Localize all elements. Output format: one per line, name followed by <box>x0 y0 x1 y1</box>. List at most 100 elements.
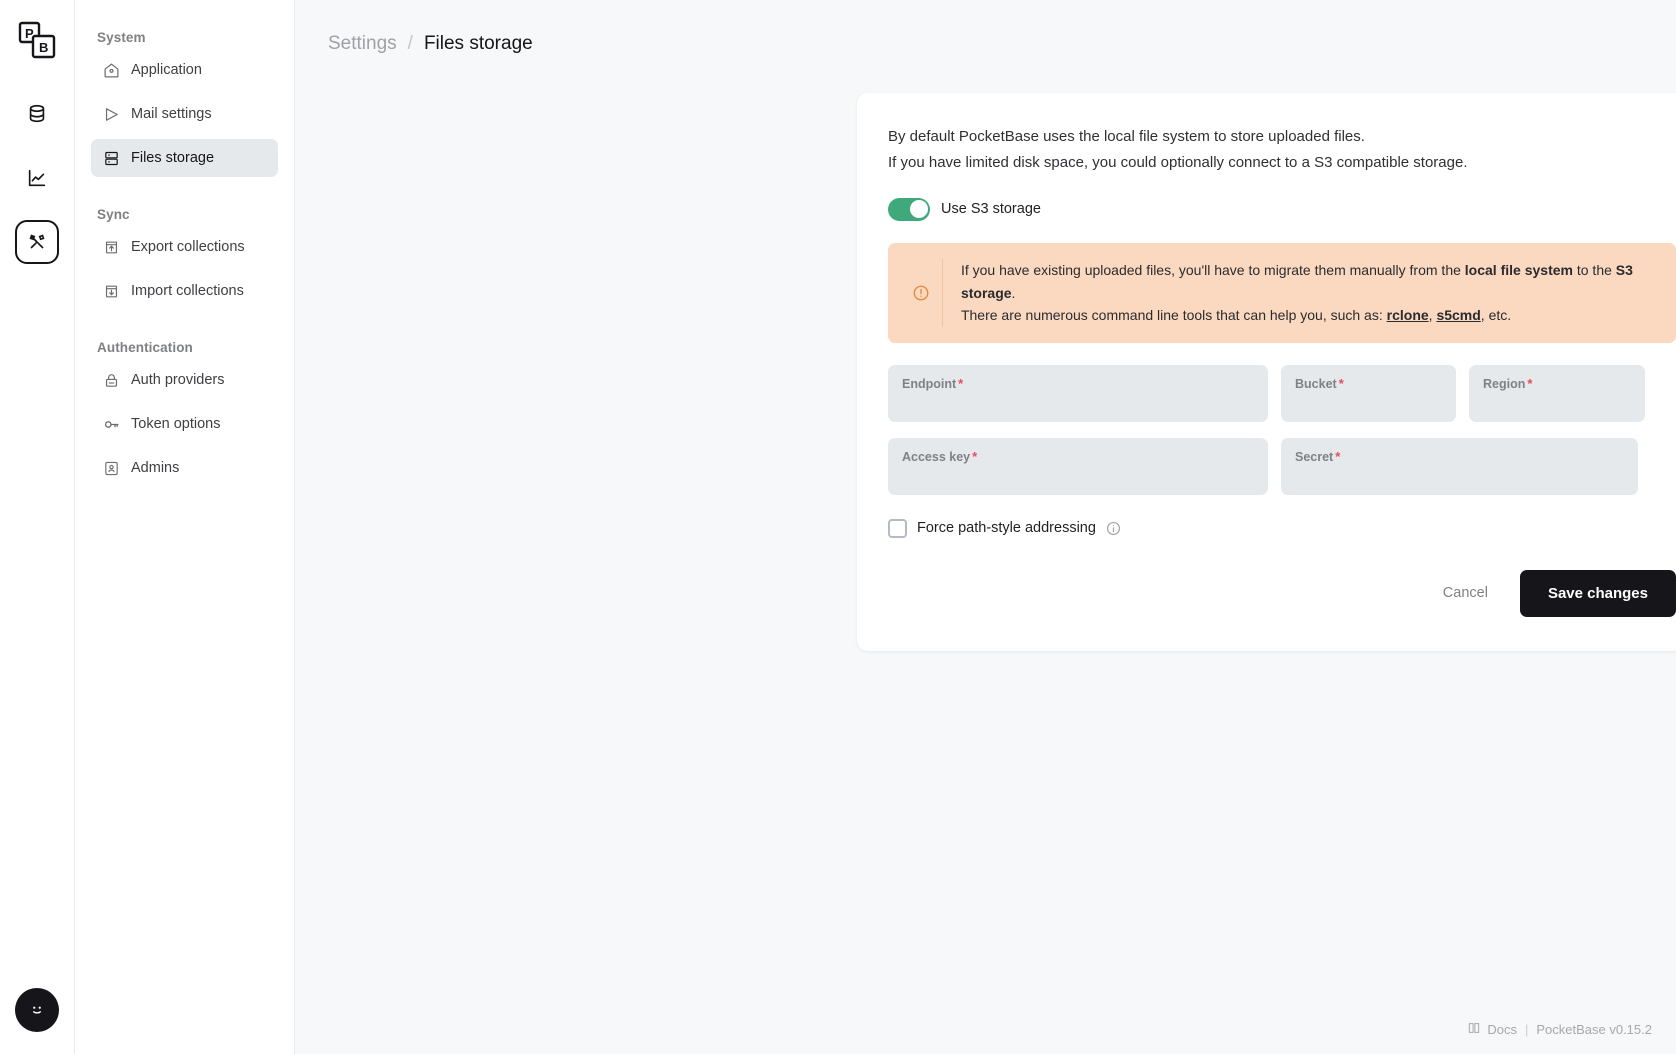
sidebar-group-title-sync: Sync <box>97 207 130 222</box>
download-box-icon <box>103 283 120 300</box>
save-changes-button[interactable]: Save changes <box>1519 569 1676 617</box>
book-icon <box>1467 1021 1481 1038</box>
admin-avatar-smiley[interactable] <box>15 988 59 1032</box>
required-marker: * <box>1527 375 1533 391</box>
s5cmd-link[interactable]: s5cmd <box>1436 307 1480 323</box>
breadcrumb-settings[interactable]: Settings <box>328 33 397 55</box>
bucket-label: Bucket * <box>1295 376 1442 391</box>
force-path-style-label[interactable]: Force path-style addressing <box>917 520 1096 536</box>
force-path-style-row: Force path-style addressing <box>888 518 1676 538</box>
settings-sidebar: System Application Mail settings Files s… <box>75 0 295 1054</box>
sidebar-item-token-options[interactable]: Token options <box>91 405 278 443</box>
sidebar-item-auth-providers[interactable]: Auth providers <box>91 361 278 399</box>
endpoint-input[interactable] <box>902 393 1254 410</box>
lock-icon <box>103 372 120 389</box>
database-icon[interactable] <box>15 92 59 136</box>
intro-line-1: By default PocketBase uses the local fil… <box>888 128 1365 145</box>
access-key-field[interactable]: Access key * <box>888 437 1268 495</box>
endpoint-label-text: Endpoint <box>902 376 957 391</box>
sidebar-item-import-collections[interactable]: Import collections <box>91 272 278 310</box>
files-storage-card: By default PocketBase uses the local fil… <box>857 93 1676 651</box>
sidebar-item-application[interactable]: Application <box>91 51 278 89</box>
sidebar-item-export-collections[interactable]: Export collections <box>91 228 278 266</box>
docs-label: Docs <box>1487 1022 1517 1037</box>
alert-line1-part2: to the <box>1572 261 1616 278</box>
secret-label-text: Secret <box>1295 449 1334 464</box>
sidebar-item-files-storage[interactable]: Files storage <box>91 139 278 177</box>
app-icon-rail: P B <box>0 0 75 1054</box>
region-label: Region * <box>1483 376 1631 391</box>
breadcrumb-separator: / <box>407 33 413 54</box>
breadcrumb: Settings / Files storage <box>295 0 1676 55</box>
docs-link[interactable]: Docs <box>1467 1021 1517 1038</box>
alert-line1-bold-local-fs: local file system <box>1464 261 1573 278</box>
secret-label: Secret * <box>1295 449 1624 464</box>
secret-field[interactable]: Secret * <box>1281 437 1638 495</box>
sidebar-item-label: Export collections <box>131 239 245 255</box>
sidebar-item-label: Auth providers <box>131 372 225 388</box>
required-marker: * <box>1335 448 1341 464</box>
use-s3-storage-label[interactable]: Use S3 storage <box>941 201 1041 217</box>
sidebar-group-title-system: System <box>97 30 146 45</box>
alert-line-1: If you have existing uploaded files, you… <box>961 259 1658 304</box>
footer: Docs | PocketBase v0.15.2 <box>1467 1021 1652 1038</box>
card-actions: Cancel Save changes <box>888 569 1676 617</box>
bucket-input[interactable] <box>1295 393 1442 410</box>
migration-warning-alert: If you have existing uploaded files, you… <box>888 242 1676 343</box>
alert-line2-part1: There are numerous command line tools th… <box>960 307 1387 324</box>
toggle-knob <box>909 200 928 219</box>
sidebar-item-label: Application <box>131 62 202 78</box>
bucket-field[interactable]: Bucket * <box>1281 364 1456 422</box>
alert-line1-part1: If you have existing uploaded files, you… <box>960 261 1465 278</box>
sidebar-item-label: Token options <box>131 416 221 432</box>
alert-line-2: There are numerous command line tools th… <box>961 304 1658 327</box>
page-title: Files storage <box>423 33 533 54</box>
required-marker: * <box>958 375 964 391</box>
alert-circle-icon <box>906 284 936 302</box>
s3-fields: Endpoint * Bucket * Region * Access key * Se… <box>888 364 1676 495</box>
version-label: PocketBase v0.15.2 <box>1536 1022 1652 1037</box>
intro-text: By default PocketBase uses the local fil… <box>888 124 1676 176</box>
svg-text:P: P <box>25 26 34 41</box>
bucket-label-text: Bucket <box>1295 376 1337 391</box>
sidebar-item-label: Import collections <box>131 283 244 299</box>
access-key-label-text: Access key <box>902 449 971 464</box>
alert-line2-part2: , etc. <box>1480 307 1512 324</box>
sidebar-item-admins[interactable]: Admins <box>91 449 278 487</box>
sidebar-group-title-authentication: Authentication <box>97 340 193 355</box>
sidebar-item-mail-settings[interactable]: Mail settings <box>91 95 278 133</box>
sidebar-item-label: Admins <box>131 460 180 476</box>
server-icon <box>103 150 120 167</box>
required-marker: * <box>972 448 978 464</box>
required-marker: * <box>1338 375 1344 391</box>
use-s3-storage-row: Use S3 storage <box>888 197 1676 221</box>
region-input[interactable] <box>1483 393 1631 410</box>
tools-icon[interactable] <box>15 220 59 264</box>
endpoint-label: Endpoint * <box>902 376 1254 391</box>
intro-line-2: If you have limited disk space, you coul… <box>888 153 1468 171</box>
user-badge-icon <box>103 460 120 477</box>
access-key-label: Access key * <box>902 449 1254 464</box>
use-s3-storage-toggle[interactable] <box>888 197 930 221</box>
footer-separator: | <box>1524 1022 1529 1037</box>
cancel-button[interactable]: Cancel <box>1421 572 1510 614</box>
main-content: Settings / Files storage By default Pock… <box>295 0 1676 1054</box>
region-field[interactable]: Region * <box>1469 364 1645 422</box>
force-path-style-checkbox[interactable] <box>888 518 907 538</box>
access-key-input[interactable] <box>902 466 1254 483</box>
chart-line-icon[interactable] <box>15 156 59 200</box>
sidebar-item-label: Files storage <box>131 150 215 166</box>
info-circle-icon[interactable] <box>1106 521 1121 536</box>
region-label-text: Region <box>1483 376 1526 391</box>
upload-box-icon <box>103 239 120 256</box>
alert-line1-part3: . <box>1011 284 1016 301</box>
home-gear-icon <box>103 62 120 79</box>
key-icon <box>103 416 120 433</box>
send-plane-icon <box>103 106 120 123</box>
pocketbase-logo[interactable]: P B <box>15 18 59 62</box>
secret-input[interactable] <box>1295 466 1624 483</box>
alert-text: If you have existing uploaded files, you… <box>961 259 1658 327</box>
endpoint-field[interactable]: Endpoint * <box>888 364 1268 422</box>
rclone-link[interactable]: rclone <box>1387 307 1429 323</box>
sidebar-item-label: Mail settings <box>131 106 212 122</box>
